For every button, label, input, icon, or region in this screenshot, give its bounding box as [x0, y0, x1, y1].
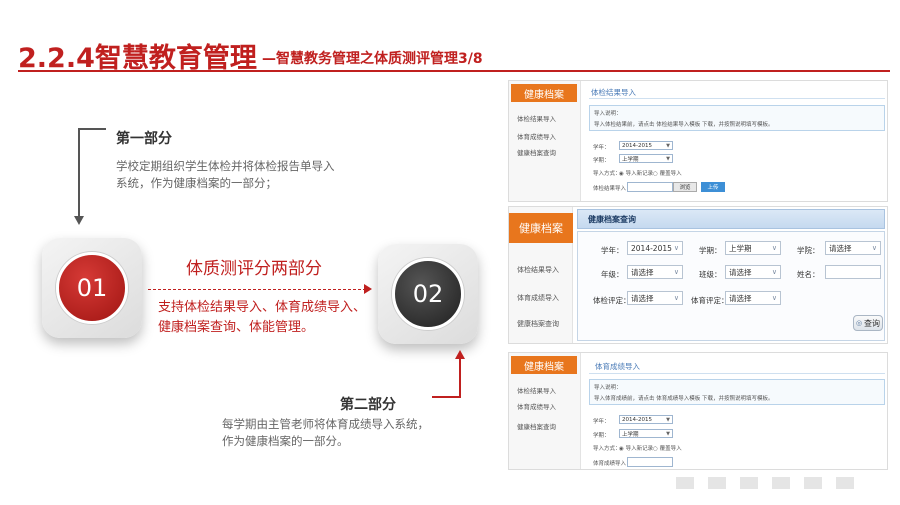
- sidebar-item-record-query[interactable]: 健康档案查询: [517, 147, 556, 157]
- watermark: [676, 474, 868, 493]
- step2-badge: 02: [378, 244, 478, 344]
- grade-label: 年级：: [601, 270, 624, 279]
- sidebar: 健康档案 体检结果导入 体育成绩导入 健康档案查询: [509, 207, 573, 343]
- search-icon: ◎: [855, 319, 863, 327]
- step1-badge: 01: [42, 238, 142, 338]
- year-select[interactable]: 2014-2015 ∨: [627, 241, 683, 255]
- mode-label: 导入方式：: [593, 171, 621, 177]
- mode-option-overwrite[interactable]: ○ 覆盖导入: [653, 444, 682, 452]
- note-label: 导入说明：: [594, 111, 622, 117]
- term-select[interactable]: 上学期 ▼: [619, 429, 673, 438]
- part2-text: 每学期由主管老师将体育成绩导入系统，作为健康档案的一部分。: [222, 417, 429, 448]
- browse-button[interactable]: 浏览: [673, 182, 697, 192]
- file-input[interactable]: [627, 182, 673, 192]
- year-select[interactable]: 2014-2015 ▼: [619, 141, 673, 150]
- note-text: 导入体育成绩前，请点击 体育成绩导入模板 下载，并按照说明填写模板。: [594, 396, 774, 402]
- name-label: 姓名：: [797, 270, 820, 279]
- file-label: 体检结果导入：: [593, 186, 632, 192]
- year-label: 学年：: [593, 419, 610, 425]
- sidebar-item-exam-import[interactable]: 体检结果导入: [517, 265, 559, 275]
- center-description: 支持体检结果导入、体育成绩导入、健康档案查询、体能管理。: [158, 300, 367, 335]
- content-title: 体育成绩导入: [595, 362, 640, 371]
- sidebar-item-record-query[interactable]: 健康档案查询: [517, 421, 556, 431]
- health-eval-label: 体检评定：: [593, 296, 631, 305]
- year-label: 学年：: [601, 246, 624, 255]
- page-subtitle: —智慧教务管理之体质测评管理3/8: [262, 51, 483, 67]
- title-underline: [589, 98, 885, 99]
- sidebar-item-sport-import[interactable]: 体育成绩导入: [517, 401, 556, 411]
- part2-bracket-bottom: [432, 396, 461, 398]
- import-note: 导入说明： 导入体检结果前，请点击 体检结果导入模板 下载，并按照说明填写模板。: [589, 105, 885, 131]
- sidebar-header: 健康档案: [511, 356, 577, 374]
- sport-eval-select[interactable]: 请选择 ∨: [725, 291, 781, 305]
- mode-label: 导入方式：: [593, 446, 621, 452]
- health-record-query-panel: 健康档案 体检结果导入 体育成绩导入 健康档案查询 健康档案查询 学年： 201…: [508, 206, 888, 344]
- physical-exam-import-panel: 健康档案 体检结果导入 体育成绩导入 健康档案查询 体检结果导入 导入说明： 导…: [508, 80, 888, 202]
- sidebar-header: 健康档案: [511, 84, 577, 102]
- sidebar-title: 健康档案: [524, 89, 564, 101]
- connector-dashed-line: [148, 289, 366, 290]
- content-header-bar: 健康档案查询: [577, 209, 885, 229]
- file-label: 体育成绩导入：: [593, 461, 632, 467]
- file-input[interactable]: [627, 457, 673, 467]
- import-note: 导入说明： 导入体育成绩前，请点击 体育成绩导入模板 下载，并按照说明填写模板。: [589, 379, 885, 405]
- content-title: 体检结果导入: [591, 88, 636, 97]
- content-title: 健康档案查询: [588, 215, 636, 224]
- upload-button[interactable]: 上传: [701, 182, 725, 192]
- class-label: 班级：: [699, 270, 722, 279]
- note-label: 导入说明：: [594, 385, 622, 391]
- title-divider: [18, 70, 890, 72]
- sidebar-header: 健康档案: [509, 213, 573, 243]
- part1-bracket-vertical: [78, 128, 80, 216]
- note-text: 导入体检结果前，请点击 体检结果导入模板 下载，并按照说明填写模板。: [594, 122, 774, 128]
- sport-score-import-panel: 健康档案 体检结果导入 体育成绩导入 健康档案查询 体育成绩导入 导入说明： 导…: [508, 352, 888, 470]
- part1-arrow-icon: [74, 216, 84, 225]
- title-underline: [589, 373, 885, 374]
- term-select[interactable]: 上学期 ∨: [725, 241, 781, 255]
- name-input[interactable]: [825, 265, 881, 279]
- term-label: 学期：: [699, 246, 722, 255]
- sidebar-item-record-query[interactable]: 健康档案查询: [517, 319, 559, 329]
- term-select[interactable]: 上学期 ▼: [619, 154, 673, 163]
- sidebar-item-exam-import[interactable]: 体检结果导入: [517, 385, 556, 395]
- term-label: 学期：: [593, 158, 610, 164]
- term-label: 学期：: [593, 433, 610, 439]
- part1-label: 第一部分: [116, 131, 172, 147]
- center-title: 体质测评分两部分: [186, 259, 322, 279]
- part1-bracket-top: [78, 128, 106, 130]
- sport-eval-label: 体育评定：: [691, 296, 729, 305]
- sidebar-item-sport-import[interactable]: 体育成绩导入: [517, 131, 556, 141]
- query-button-label: 查询: [864, 318, 881, 328]
- mode-option-overwrite[interactable]: ○ 覆盖导入: [653, 169, 682, 177]
- sidebar-title: 健康档案: [519, 222, 563, 235]
- year-select[interactable]: 2014-2015 ▼: [619, 415, 673, 424]
- mode-option-new[interactable]: ◉ 导入新记录: [619, 444, 653, 452]
- school-select[interactable]: 请选择 ∨: [825, 241, 881, 255]
- step2-number: 02: [392, 258, 464, 330]
- mode-option-new[interactable]: ◉ 导入新记录: [619, 169, 653, 177]
- query-button[interactable]: ◎ 查询: [853, 315, 883, 331]
- part2-label: 第二部分: [340, 397, 396, 413]
- sidebar-title: 健康档案: [524, 361, 564, 373]
- grade-select[interactable]: 请选择 ∨: [627, 265, 683, 279]
- connector-arrow-icon: [364, 284, 372, 294]
- school-label: 学院：: [797, 246, 820, 255]
- part2-bracket-vertical: [459, 358, 461, 398]
- step1-number: 01: [56, 252, 128, 324]
- sidebar: 健康档案 体检结果导入 体育成绩导入 健康档案查询: [509, 353, 581, 469]
- sidebar-item-exam-import[interactable]: 体检结果导入: [517, 113, 556, 123]
- year-label: 学年：: [593, 145, 610, 151]
- part1-text: 学校定期组织学生体检并将体检报告单导入系统，作为健康档案的一部分；: [116, 159, 335, 190]
- sidebar-item-sport-import[interactable]: 体育成绩导入: [517, 293, 559, 303]
- sidebar: 健康档案 体检结果导入 体育成绩导入 健康档案查询: [509, 81, 581, 201]
- class-select[interactable]: 请选择 ∨: [725, 265, 781, 279]
- health-eval-select[interactable]: 请选择 ∨: [627, 291, 683, 305]
